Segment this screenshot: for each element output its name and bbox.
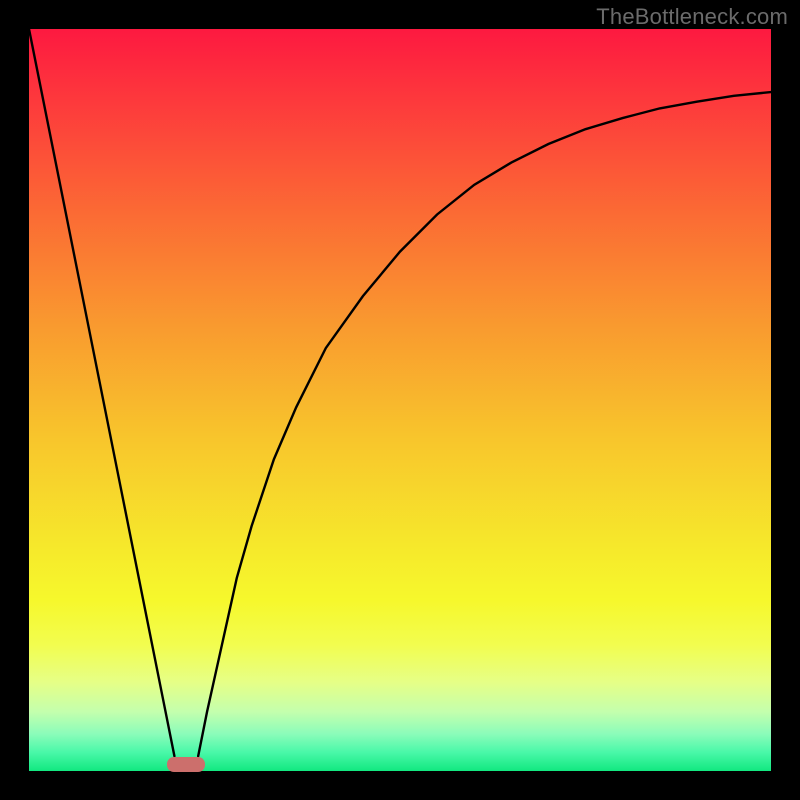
curve-left-branch <box>29 29 174 756</box>
watermark-text: TheBottleneck.com <box>596 4 788 30</box>
plot-area <box>29 29 771 771</box>
min-marker <box>167 757 205 772</box>
curve-right-branch <box>198 92 771 756</box>
curve-layer <box>29 29 771 771</box>
chart-frame: TheBottleneck.com <box>0 0 800 800</box>
